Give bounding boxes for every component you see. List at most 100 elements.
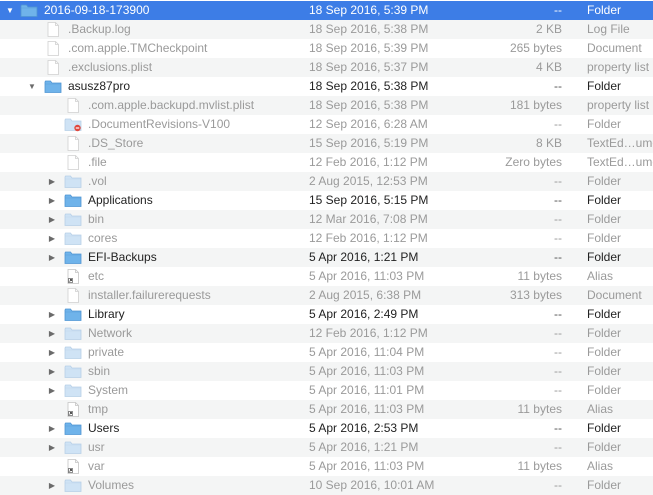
- date-modified: 5 Apr 2016, 2:49 PM: [309, 307, 419, 321]
- list-row-asusz87pro[interactable]: ▼ asusz87pro 18 Sep 2016, 5:38 PM -- Folder: [0, 77, 653, 96]
- file-size: 11 bytes: [517, 459, 562, 473]
- file-name: private: [88, 345, 125, 359]
- file-kind: Folder: [587, 174, 622, 188]
- list-row-ds-store[interactable]: .DS_Store 15 Sep 2016, 5:19 PM 8 KB TextEd……: [0, 134, 653, 153]
- list-row-library[interactable]: ▶ Library 5 Apr 2016, 2:49 PM -- Folder: [0, 305, 653, 324]
- file-size: --: [554, 3, 562, 17]
- date-modified: 12 Feb 2016, 1:12 PM: [309, 155, 428, 169]
- folder-icon: [64, 383, 82, 398]
- file-name: .com.apple.TMCheckpoint: [68, 41, 208, 55]
- file-kind: Log File: [587, 22, 630, 36]
- file-name: .com.apple.backupd.mvlist.plist: [88, 98, 255, 112]
- file-name: usr: [88, 440, 105, 454]
- file-kind: Alias: [587, 459, 614, 473]
- folder-icon: [64, 421, 82, 436]
- list-row-documentrevisions-v100[interactable]: .DocumentRevisions-V100 12 Sep 2016, 6:28…: [0, 115, 653, 134]
- file-size: --: [554, 250, 562, 264]
- file-kind: TextEd…ument: [587, 155, 653, 169]
- disclosure-collapsed-icon[interactable]: ▶: [46, 381, 58, 400]
- disclosure-collapsed-icon[interactable]: ▶: [46, 305, 58, 324]
- file-size: --: [554, 307, 562, 321]
- list-row-vol[interactable]: ▶ .vol 2 Aug 2015, 12:53 PM -- Folder: [0, 172, 653, 191]
- list-row-applications[interactable]: ▶ Applications 15 Sep 2016, 5:15 PM -- Folde…: [0, 191, 653, 210]
- file-size: --: [554, 421, 562, 435]
- file-kind: Alias: [587, 269, 614, 283]
- file-name: Network: [88, 326, 133, 340]
- disclosure-collapsed-icon[interactable]: ▶: [46, 419, 58, 438]
- file-name: Volumes: [88, 478, 135, 492]
- list-row-sbin[interactable]: ▶ sbin 5 Apr 2016, 11:03 PM -- Folder: [0, 362, 653, 381]
- date-modified: 18 Sep 2016, 5:38 PM: [309, 22, 429, 36]
- list-row-backup-log[interactable]: .Backup.log 18 Sep 2016, 5:38 PM 2 KB Log F…: [0, 20, 653, 39]
- disclosure-collapsed-icon[interactable]: ▶: [46, 324, 58, 343]
- list-row-system[interactable]: ▶ System 5 Apr 2016, 11:01 PM -- Folder: [0, 381, 653, 400]
- list-row-users[interactable]: ▶ Users 5 Apr 2016, 2:53 PM -- Folder: [0, 419, 653, 438]
- list-row-bin[interactable]: ▶ bin 12 Mar 2016, 7:08 PM -- Folder: [0, 210, 653, 229]
- disclosure-collapsed-icon[interactable]: ▶: [46, 362, 58, 381]
- file-size: 265 bytes: [509, 41, 562, 55]
- file-size: --: [554, 212, 562, 226]
- disclosure-collapsed-icon[interactable]: ▶: [46, 229, 58, 248]
- file-kind: Folder: [587, 3, 622, 17]
- file-kind: Folder: [587, 117, 622, 131]
- folder-icon: [64, 478, 82, 493]
- list-row-tmp[interactable]: tmp 5 Apr 2016, 11:03 PM 11 bytes Alias: [0, 400, 653, 419]
- document-icon: [64, 98, 82, 113]
- folder-icon: [64, 231, 82, 246]
- file-name: .vol: [88, 174, 107, 188]
- file-size: --: [554, 383, 562, 397]
- file-kind: Folder: [587, 212, 622, 226]
- list-row-com-apple-tmcheckpoint[interactable]: .com.apple.TMCheckpoint 18 Sep 2016, 5:39…: [0, 39, 653, 58]
- file-name: Library: [88, 307, 125, 321]
- list-row-volumes[interactable]: ▶ Volumes 10 Sep 2016, 10:01 AM -- Folder: [0, 476, 653, 495]
- folder-icon: [64, 364, 82, 379]
- file-size: 2 KB: [535, 22, 562, 36]
- disclosure-collapsed-icon[interactable]: ▶: [46, 210, 58, 229]
- list-row-exclusions-plist[interactable]: .exclusions.plist 18 Sep 2016, 5:37 PM 4 K…: [0, 58, 653, 77]
- file-name: EFI-Backups: [88, 250, 157, 264]
- list-row-etc[interactable]: etc 5 Apr 2016, 11:03 PM 11 bytes Alias: [0, 267, 653, 286]
- file-kind: Folder: [587, 231, 622, 245]
- folder-icon: [20, 3, 38, 18]
- list-row-usr[interactable]: ▶ usr 5 Apr 2016, 1:21 PM -- Folder: [0, 438, 653, 457]
- file-kind: TextEd…ument: [587, 136, 653, 150]
- disclosure-collapsed-icon[interactable]: ▶: [46, 172, 58, 191]
- list-row-com-apple-backupd-mvlist-plist[interactable]: .com.apple.backupd.mvlist.plist 18 Sep 20…: [0, 96, 653, 115]
- file-kind: Folder: [587, 364, 622, 378]
- file-size: --: [554, 440, 562, 454]
- disclosure-expanded-icon[interactable]: ▼: [4, 1, 16, 20]
- file-kind: Folder: [587, 440, 622, 454]
- date-modified: 5 Apr 2016, 11:04 PM: [309, 345, 425, 359]
- date-modified: 5 Apr 2016, 2:53 PM: [309, 421, 419, 435]
- disclosure-collapsed-icon[interactable]: ▶: [46, 191, 58, 210]
- disclosure-expanded-icon[interactable]: ▼: [26, 77, 38, 96]
- disclosure-collapsed-icon[interactable]: ▶: [46, 343, 58, 362]
- list-row-network[interactable]: ▶ Network 12 Feb 2016, 1:12 PM -- Folder: [0, 324, 653, 343]
- date-modified: 5 Apr 2016, 11:03 PM: [309, 402, 425, 416]
- list-row-var[interactable]: var 5 Apr 2016, 11:03 PM 11 bytes Alias: [0, 457, 653, 476]
- list-row-efi-backups[interactable]: ▶ EFI-Backups 5 Apr 2016, 1:21 PM -- Folder: [0, 248, 653, 267]
- date-modified: 2 Aug 2015, 6:38 PM: [309, 288, 422, 302]
- file-size: 313 bytes: [509, 288, 562, 302]
- file-name: .DS_Store: [88, 136, 144, 150]
- list-row-2016-09-18-173900[interactable]: ▼ 2016-09-18-173900 18 Sep 2016, 5:39 PM --…: [0, 1, 653, 20]
- disclosure-collapsed-icon[interactable]: ▶: [46, 248, 58, 267]
- disclosure-collapsed-icon[interactable]: ▶: [46, 438, 58, 457]
- list-row-installer-failurerequests[interactable]: installer.failurerequests 2 Aug 2015, 6:3…: [0, 286, 653, 305]
- disclosure-collapsed-icon[interactable]: ▶: [46, 476, 58, 495]
- folder-icon: [64, 250, 82, 265]
- date-modified: 15 Sep 2016, 5:15 PM: [309, 193, 429, 207]
- file-size: --: [554, 326, 562, 340]
- file-name: .Backup.log: [68, 22, 131, 36]
- list-row-private[interactable]: ▶ private 5 Apr 2016, 11:04 PM -- Folder: [0, 343, 653, 362]
- finder-list-view[interactable]: ▼ 2016-09-18-173900 18 Sep 2016, 5:39 PM --…: [0, 0, 653, 495]
- folder-icon: [64, 326, 82, 341]
- locked-folder-icon: [64, 117, 82, 132]
- file-name: cores: [88, 231, 118, 245]
- file-name: Applications: [88, 193, 153, 207]
- file-size: --: [554, 478, 562, 492]
- date-modified: 5 Apr 2016, 11:03 PM: [309, 364, 425, 378]
- list-row-cores[interactable]: ▶ cores 12 Feb 2016, 1:12 PM -- Folder: [0, 229, 653, 248]
- list-row-file[interactable]: .file 12 Feb 2016, 1:12 PM Zero bytes TextE…: [0, 153, 653, 172]
- folder-icon: [64, 345, 82, 360]
